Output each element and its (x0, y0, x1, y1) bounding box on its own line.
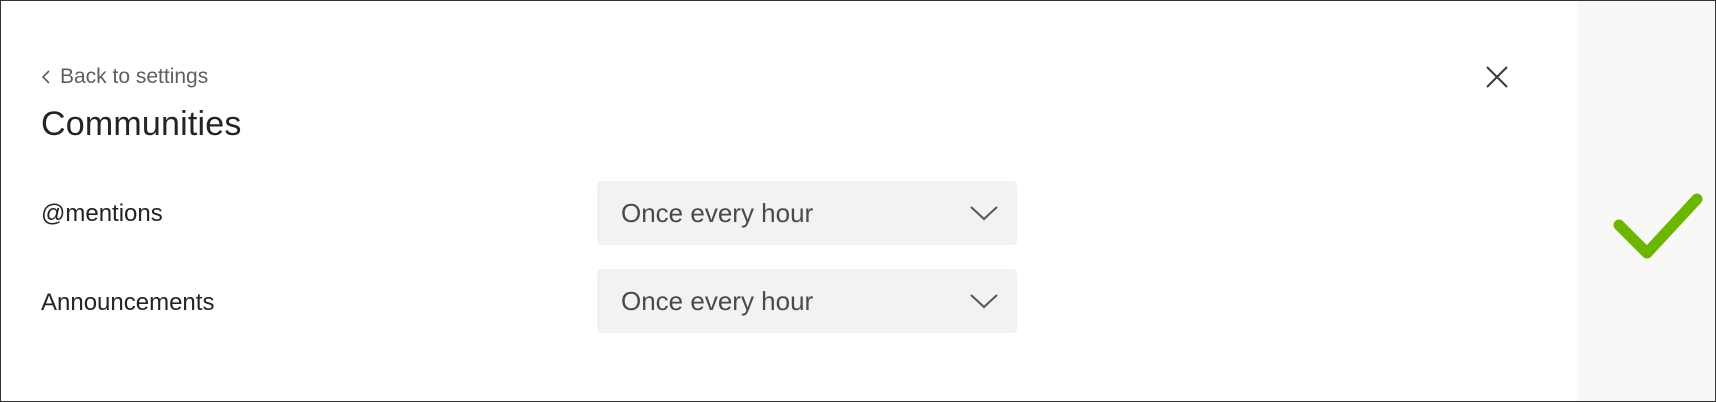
window-frame: Back to settings Communities @mentions O… (0, 0, 1716, 402)
mentions-frequency-dropdown[interactable]: Once every hour (597, 181, 1017, 245)
checkmark-icon (1611, 189, 1703, 270)
settings-panel: Back to settings Communities @mentions O… (1, 1, 1577, 401)
setting-label-mentions: @mentions (41, 200, 163, 227)
page-title: Communities (41, 105, 242, 143)
dropdown-value: Once every hour (621, 285, 814, 316)
back-link-label: Back to settings (60, 65, 209, 88)
back-to-settings-link[interactable]: Back to settings (41, 65, 208, 89)
close-button[interactable] (1481, 63, 1513, 95)
dropdown-value: Once every hour (621, 197, 814, 228)
announcements-frequency-dropdown[interactable]: Once every hour (597, 269, 1017, 333)
chevron-down-icon (969, 204, 999, 222)
chevron-down-icon (969, 292, 999, 310)
setting-label-announcements: Announcements (41, 289, 215, 316)
chevron-left-icon (41, 69, 51, 85)
close-icon (1485, 65, 1509, 94)
